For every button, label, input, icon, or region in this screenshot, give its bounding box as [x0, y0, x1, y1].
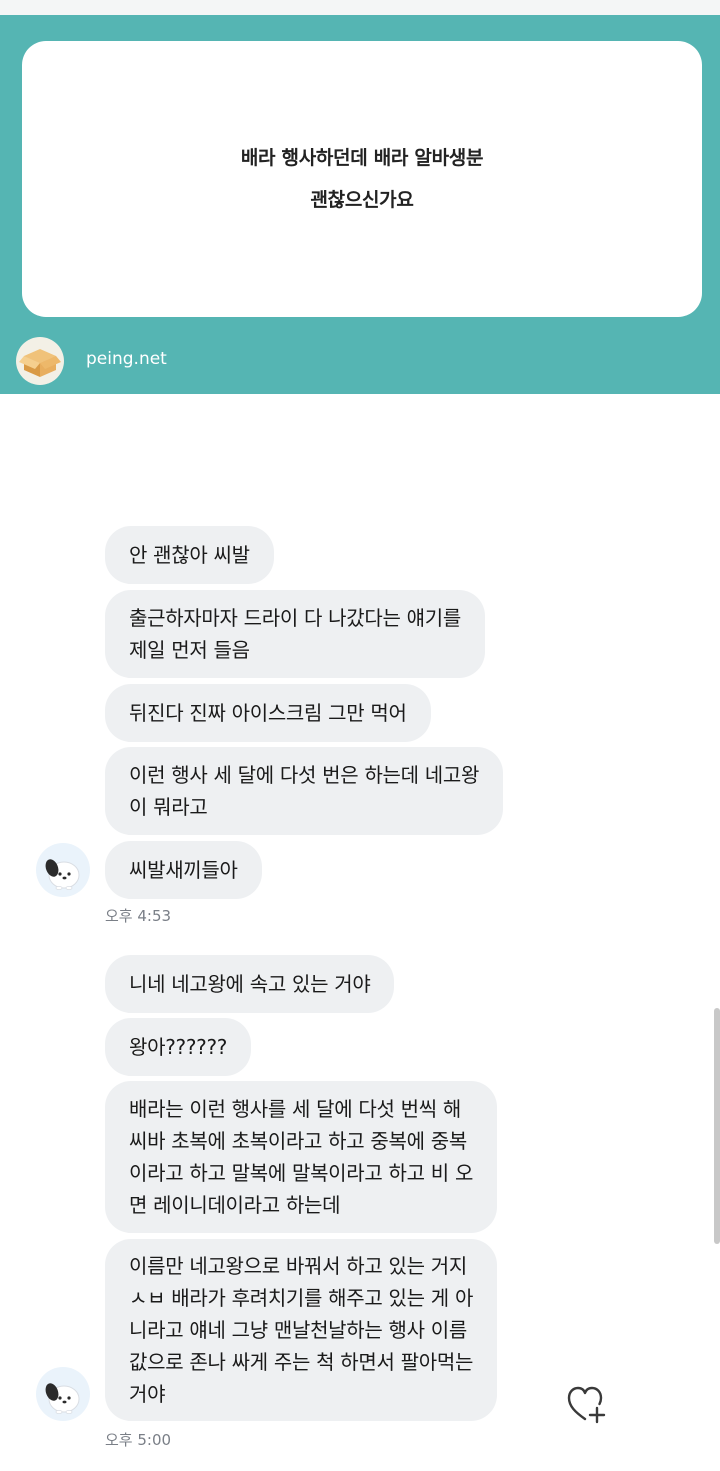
pochacco-avatar-icon[interactable]	[36, 1367, 90, 1421]
message-text: ㅅㅂ 배라가 후려치기를 해주고 있는 게 아	[129, 1286, 474, 1310]
message-text: 값으로 존나 싸게 주는 척 하면서 팔아먹는	[129, 1350, 474, 1374]
peing-domain: peing.net	[86, 349, 167, 369]
chat-bubble: 씨발새끼들아	[105, 841, 262, 899]
top-strip	[0, 0, 720, 15]
message-text: 안 괜찮아 씨발	[129, 543, 250, 567]
question-box: 배라 행사하던데 배라 알바생분 괜찮으신가요	[22, 41, 702, 317]
message-text: 씨바 초복에 초복이라고 하고 중복에 중복	[129, 1129, 467, 1153]
message-text: 뒤진다 진짜 아이스크림 그만 먹어	[129, 701, 407, 725]
chat-bubble: 왕아??????	[105, 1018, 252, 1076]
message-text: 니네 네고왕에 속고 있는 거야	[129, 972, 371, 996]
chat-bubble: 안 괜찮아 씨발	[105, 526, 274, 584]
message-text: 거야	[129, 1382, 166, 1406]
chat-bubble: 이런 행사 세 달에 다섯 번은 하는데 네고왕 이 뭐라고	[105, 747, 504, 835]
message-text: 이런 행사 세 달에 다섯 번은 하는데 네고왕	[129, 763, 480, 787]
question-line: 배라 행사하던데 배라 알바생분	[240, 147, 484, 169]
page: 배라 행사하던데 배라 알바생분 괜찮으신가요 peing.net 안 괜찮아 …	[0, 0, 720, 1471]
pochacco-avatar-icon[interactable]	[36, 843, 90, 897]
heart-plus-icon[interactable]	[566, 1385, 608, 1425]
message-text: 면 레이니데이라고 하는데	[129, 1193, 341, 1217]
message-text: 배라는 이런 행사를 세 달에 다섯 번씩 해	[129, 1097, 462, 1121]
message-text: 이 뭐라고	[129, 795, 208, 819]
chat-bubble: 뒤진다 진짜 아이스크림 그만 먹어	[105, 684, 431, 742]
chat-bubble: 니네 네고왕에 속고 있는 거야	[105, 955, 395, 1013]
message-timestamp: 오후 5:00	[105, 1431, 172, 1449]
chat-bubble: 이름만 네고왕으로 바꿔서 하고 있는 거지 ㅅㅂ 배라가 후려치기를 해주고 …	[105, 1239, 498, 1421]
message-text: 니라고 얘네 그냥 맨날천날하는 행사 이름	[129, 1318, 467, 1342]
message-text: 제일 먼저 들음	[129, 638, 250, 662]
question-line: 괜찮으신가요	[310, 189, 414, 211]
chat-bubble: 배라는 이런 행사를 세 달에 다섯 번씩 해 씨바 초복에 초복이라고 하고 …	[105, 1081, 498, 1233]
message-timestamp: 오후 4:53	[105, 907, 172, 925]
message-text: 출근하자마자 드라이 다 나갔다는 얘기를	[129, 606, 461, 630]
message-text: 이라고 하고 말복에 말복이라고 하고 비 오	[129, 1161, 474, 1185]
chat-bubble: 출근하자마자 드라이 다 나갔다는 얘기를 제일 먼저 들음	[105, 590, 485, 678]
message-text: 왕아??????	[129, 1035, 228, 1059]
cardboard-box-icon	[16, 337, 64, 385]
message-text: 씨발새끼들아	[129, 858, 238, 882]
scrollbar[interactable]	[714, 1008, 720, 1244]
peing-question-card: 배라 행사하던데 배라 알바생분 괜찮으신가요 peing.net	[0, 15, 720, 394]
message-text: 이름만 네고왕으로 바꿔서 하고 있는 거지	[129, 1254, 467, 1278]
